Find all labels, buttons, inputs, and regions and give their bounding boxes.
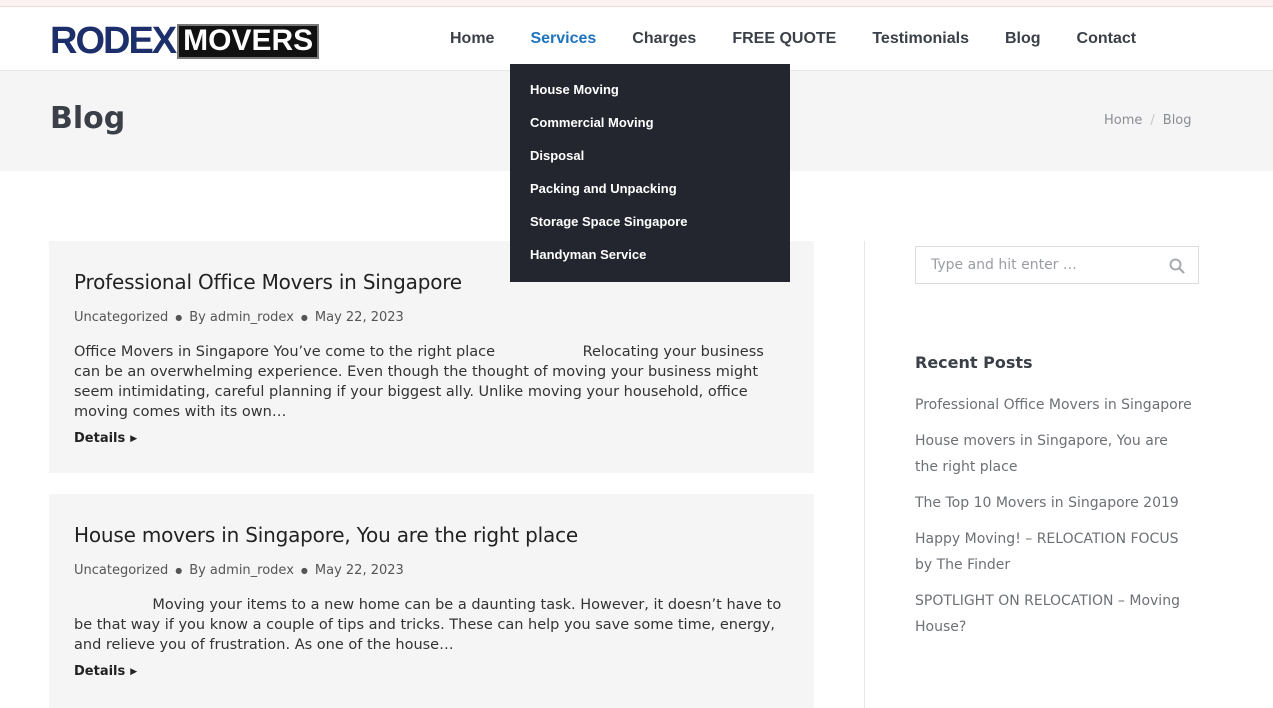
menu-item-disposal[interactable]: Disposal [510,146,790,179]
main-nav: Home Services Charges FREE QUOTE Testimo… [432,7,1154,71]
post-author[interactable]: By admin_rodex [189,310,294,325]
recent-post-link[interactable]: The Top 10 Movers in Singapore 2019 [915,490,1195,516]
site-logo[interactable]: RODEX MOVERS [50,20,349,62]
logo-text-rodex: RODEX [50,20,177,62]
post-title[interactable]: House movers in Singapore, You are the r… [74,523,578,547]
caret-right-icon: ▶ [130,433,138,444]
post-author[interactable]: By admin_rodex [189,563,294,578]
search-icon[interactable] [1169,258,1185,274]
menu-item-packing-unpacking[interactable]: Packing and Unpacking [510,179,790,212]
post-excerpt: Office Movers in Singapore You’ve come t… [74,344,769,420]
blog-post-card: House movers in Singapore, You are the r… [49,494,814,708]
post-category[interactable]: Uncategorized [74,563,168,578]
recent-posts-list: Professional Office Movers in Singapore … [915,392,1195,650]
recent-post-link[interactable]: Happy Moving! – RELOCATION FOCUS by The … [915,526,1195,578]
menu-item-commercial-moving[interactable]: Commercial Moving [510,113,790,146]
logo-text-movers: MOVERS [177,24,320,59]
post-meta: Uncategorized ● By admin_rodex ● May 22,… [74,310,404,325]
nav-contact[interactable]: Contact [1077,30,1137,48]
breadcrumb: Home / Blog [1104,113,1192,128]
recent-post-link[interactable]: House movers in Singapore, You are the r… [915,428,1195,480]
nav-free-quote[interactable]: FREE QUOTE [732,30,836,48]
nav-charges[interactable]: Charges [632,30,696,48]
breadcrumb-home[interactable]: Home [1104,113,1142,128]
menu-item-handyman-service[interactable]: Handyman Service [510,245,790,278]
post-date[interactable]: May 22, 2023 [315,563,404,578]
caret-right-icon: ▶ [130,666,138,677]
recent-post-link[interactable]: Professional Office Movers in Singapore [915,392,1195,418]
details-label: Details [74,431,126,446]
search-input[interactable] [916,247,1156,283]
sidebar-search [915,246,1199,284]
details-label: Details [74,664,126,679]
post-category[interactable]: Uncategorized [74,310,168,325]
sidebar-divider [864,241,865,708]
meta-dot-icon: ● [175,313,183,322]
services-dropdown: House Moving Commercial Moving Disposal … [510,64,790,282]
post-meta: Uncategorized ● By admin_rodex ● May 22,… [74,563,404,578]
post-excerpt: Moving your items to a new home can be a… [74,597,786,653]
meta-dot-icon: ● [175,566,183,575]
site-header: RODEX MOVERS Home Services Charges FREE … [0,7,1273,71]
recent-posts-title: Recent Posts [915,353,1033,372]
post-details-link[interactable]: Details ▶ [74,664,137,679]
post-details-link[interactable]: Details ▶ [74,431,137,446]
post-title[interactable]: Professional Office Movers in Singapore [74,270,462,294]
nav-services[interactable]: Services [530,30,596,48]
breadcrumb-current: Blog [1162,113,1192,128]
menu-item-house-moving[interactable]: House Moving [510,80,790,113]
nav-home[interactable]: Home [450,30,494,48]
nav-blog[interactable]: Blog [1005,30,1041,48]
meta-dot-icon: ● [300,566,308,575]
top-strip [0,0,1273,7]
breadcrumb-separator: / [1150,113,1155,128]
recent-post-link[interactable]: SPOTLIGHT ON RELOCATION – Moving House? [915,588,1195,640]
menu-item-storage-space[interactable]: Storage Space Singapore [510,212,790,245]
page-title: Blog [50,101,126,136]
post-date[interactable]: May 22, 2023 [315,310,404,325]
meta-dot-icon: ● [300,313,308,322]
nav-testimonials[interactable]: Testimonials [872,30,969,48]
